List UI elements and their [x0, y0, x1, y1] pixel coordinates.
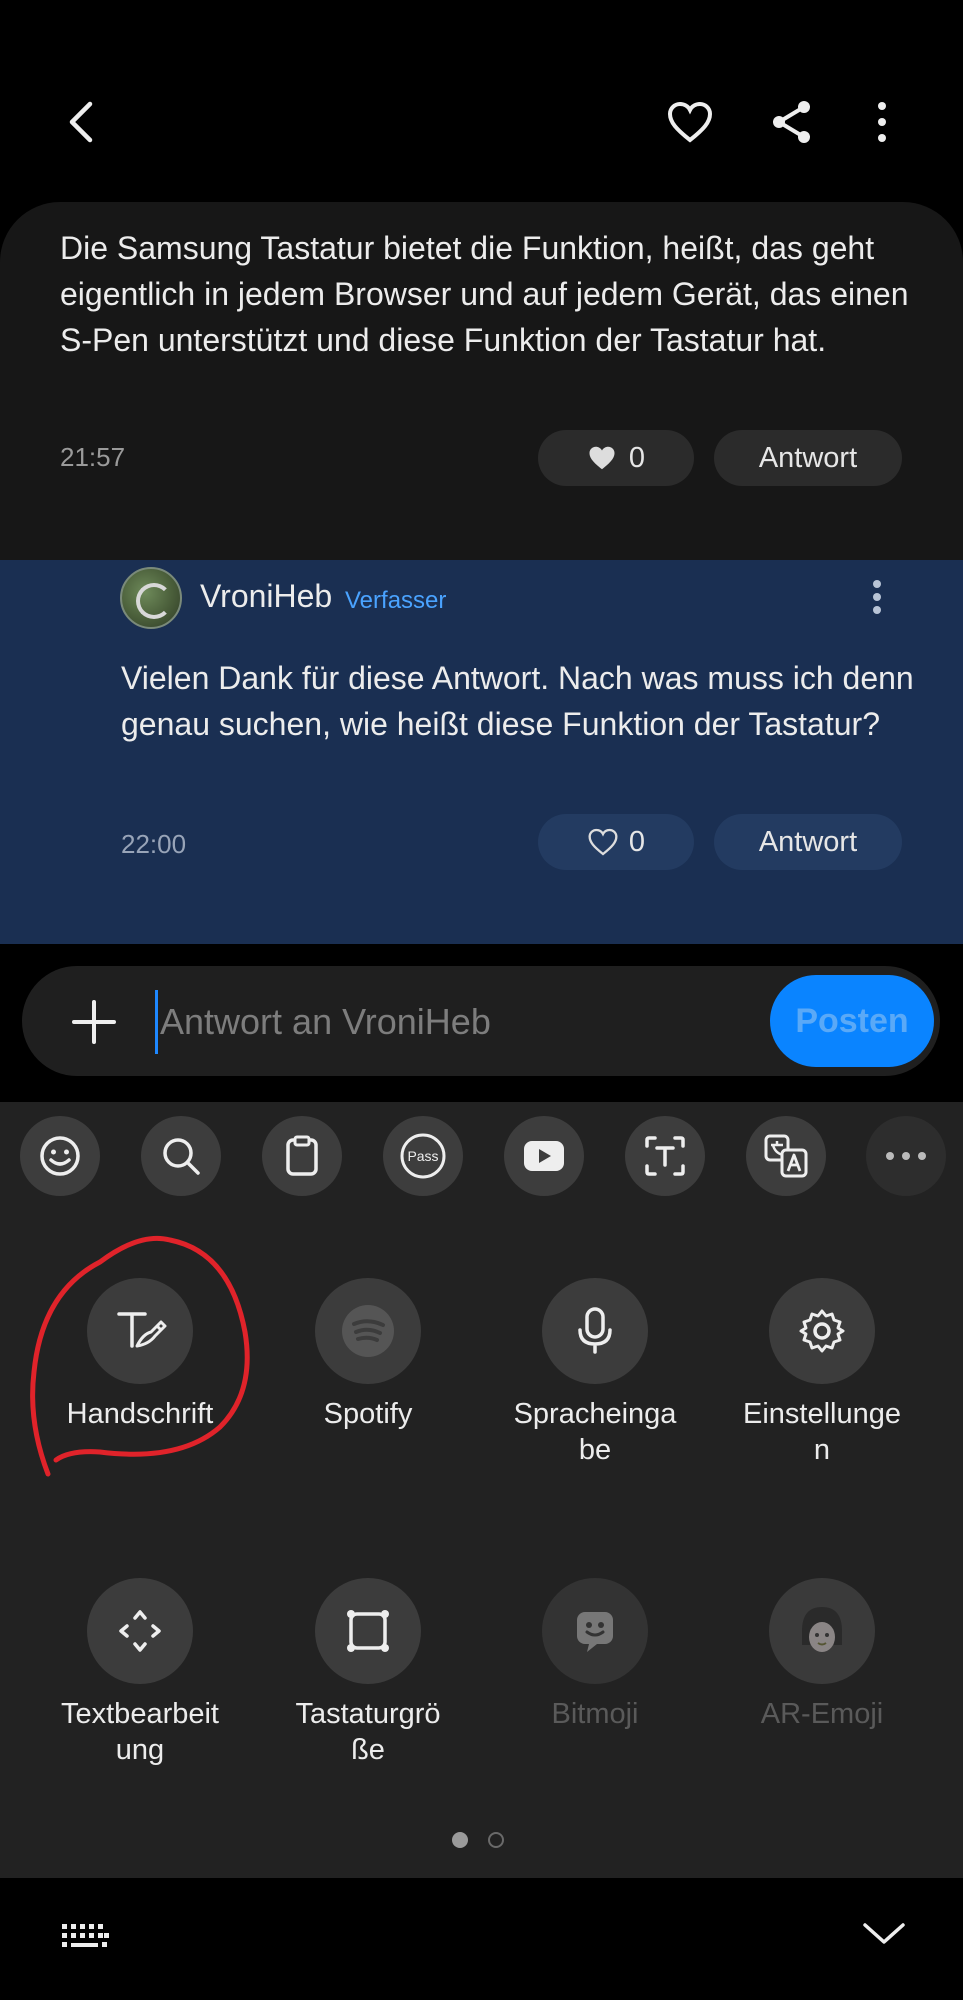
ar-emoji-button[interactable]: [769, 1578, 875, 1684]
comment-like-button[interactable]: 0: [538, 430, 694, 486]
ar-emoji-tile[interactable]: AR-Emoji: [708, 1578, 936, 1732]
author-badge: Verfasser: [345, 587, 447, 614]
text-editing-tile[interactable]: Textbearbeit ung: [26, 1578, 254, 1768]
toolbar-more-button[interactable]: [866, 1116, 946, 1196]
comment-like-count: 0: [628, 441, 646, 474]
reply-like-count: 0: [628, 825, 646, 858]
text-editing-label: Textbearbeit ung: [61, 1698, 219, 1766]
voice-input-label: Spracheinga be: [513, 1398, 677, 1466]
spotify-label: Spotify: [323, 1398, 413, 1430]
page-dot-active[interactable]: [452, 1832, 468, 1848]
heart-filled-icon: [589, 446, 615, 470]
bitmoji-label: Bitmoji: [551, 1698, 639, 1730]
attach-button[interactable]: [68, 996, 120, 1048]
gear-icon: [799, 1309, 845, 1353]
keyboard-size-label: Tastaturgrö ße: [295, 1698, 441, 1766]
keyboard-size-button[interactable]: [315, 1578, 421, 1684]
voice-input-button[interactable]: [542, 1278, 648, 1384]
more-horizontal-icon: [886, 1152, 926, 1160]
handwriting-button[interactable]: [87, 1278, 193, 1384]
chevron-down-icon: [863, 1923, 905, 1944]
text-editing-button[interactable]: [87, 1578, 193, 1684]
reply-more-button[interactable]: [862, 575, 892, 619]
back-arrow-icon: [69, 101, 93, 143]
avatar[interactable]: [120, 567, 182, 629]
bitmoji-button[interactable]: [542, 1578, 648, 1684]
settings-tile[interactable]: Einstellunge n: [708, 1278, 936, 1468]
emoji-icon: [40, 1136, 80, 1176]
text-editing-icon: [119, 1610, 161, 1652]
toolbar-emoji-button[interactable]: [20, 1116, 100, 1196]
settings-button[interactable]: [769, 1278, 875, 1384]
bitmoji-icon: [577, 1612, 613, 1652]
youtube-icon: [524, 1141, 564, 1171]
reply-reply-button[interactable]: Antwort: [714, 814, 902, 870]
heart-outline-icon: [667, 101, 713, 143]
page-dot-inactive[interactable]: [488, 1832, 504, 1848]
more-vertical-icon: [873, 580, 881, 614]
handwriting-tile[interactable]: Handschrift: [26, 1278, 254, 1432]
heart-outline-icon: [588, 828, 618, 856]
reply-timestamp: 22:00: [121, 829, 187, 859]
clipboard-icon: [286, 1135, 318, 1176]
settings-label: Einstellunge n: [743, 1398, 901, 1466]
comment-text: Die Samsung Tastatur bietet die Funktion…: [60, 230, 909, 358]
handwriting-label: Handschrift: [66, 1398, 214, 1430]
post-button[interactable]: Posten: [770, 975, 934, 1067]
comment-card: Die Samsung Tastatur bietet die Funktion…: [0, 202, 963, 560]
samsung-pass-icon: Pass: [400, 1133, 446, 1179]
ar-emoji-icon: [802, 1607, 842, 1652]
microphone-icon: [578, 1307, 612, 1354]
toolbar-clipboard-button[interactable]: [262, 1116, 342, 1196]
ar-emoji-label: AR-Emoji: [760, 1698, 884, 1730]
back-button[interactable]: [50, 90, 114, 154]
keyboard-size-icon: [347, 1610, 389, 1652]
comment-reply-button[interactable]: Antwort: [714, 430, 902, 486]
spotify-tile[interactable]: Spotify: [254, 1278, 482, 1432]
toolbar-youtube-button[interactable]: [504, 1116, 584, 1196]
top-app-bar: [0, 0, 963, 200]
toolbar-text-extract-button[interactable]: [625, 1116, 705, 1196]
handwriting-icon: [117, 1312, 167, 1348]
translate-icon: [764, 1134, 808, 1178]
pass-label: Pass: [407, 1148, 438, 1164]
voice-input-tile[interactable]: Spracheinga be: [481, 1278, 709, 1468]
reply-like-button[interactable]: 0: [538, 814, 694, 870]
keyboard-switch-button[interactable]: [60, 1922, 110, 1958]
spotify-button[interactable]: [315, 1278, 421, 1384]
search-icon: [163, 1138, 200, 1175]
more-options-button[interactable]: [850, 90, 914, 154]
comment-timestamp: 21:57: [60, 442, 126, 472]
hide-keyboard-button[interactable]: [862, 1920, 912, 1956]
toolbar-search-button[interactable]: [141, 1116, 221, 1196]
plus-icon: [72, 1000, 116, 1044]
author-name[interactable]: VroniHeb: [200, 578, 332, 615]
bottom-nav-bar: [0, 1878, 963, 2000]
share-icon: [773, 101, 810, 143]
text-extract-icon: [645, 1136, 685, 1176]
reply-input[interactable]: [155, 990, 755, 1054]
toolbar-pass-button[interactable]: Pass: [383, 1116, 463, 1196]
reply-text: Vielen Dank für diese Antwort. Nach was …: [121, 660, 914, 742]
page-indicator: [452, 1832, 504, 1848]
keyboard-icon: [62, 1924, 109, 1947]
keyboard-size-tile[interactable]: Tastaturgrö ße: [254, 1578, 482, 1768]
share-button[interactable]: [760, 90, 824, 154]
toolbar-translate-button[interactable]: [746, 1116, 826, 1196]
spotify-icon: [342, 1305, 394, 1357]
bitmoji-tile[interactable]: Bitmoji: [481, 1578, 709, 1732]
favorite-button[interactable]: [658, 90, 722, 154]
more-vertical-icon: [878, 102, 886, 142]
